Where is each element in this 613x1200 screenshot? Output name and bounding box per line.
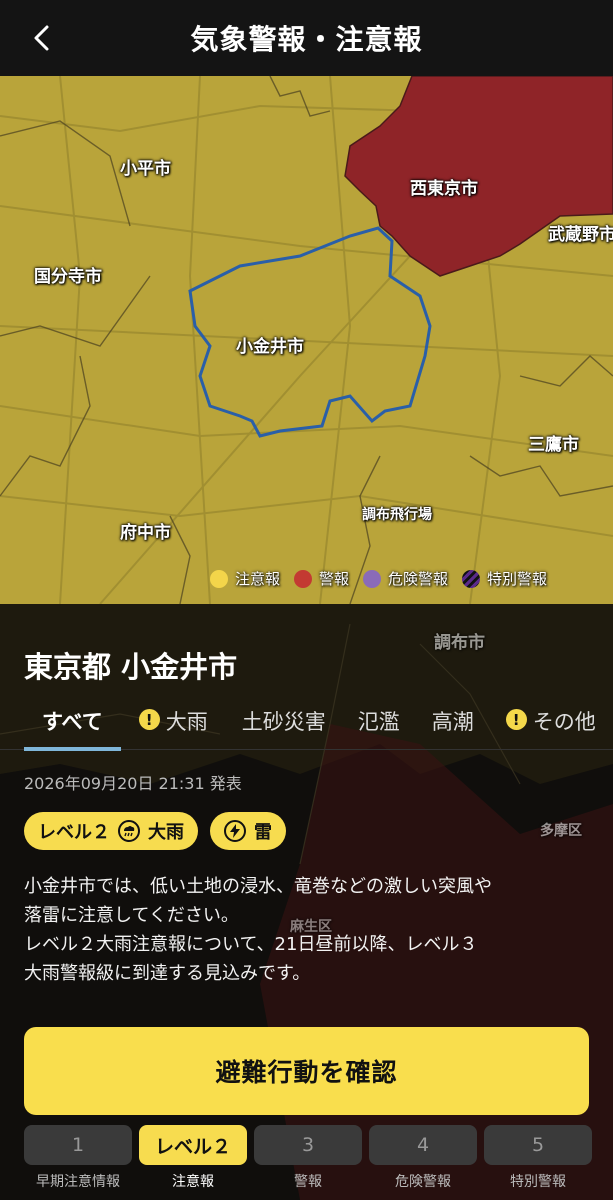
check-evacuation-button[interactable]: 避難行動を確認 [24, 1027, 589, 1115]
level-label: 早期注意情報 [36, 1174, 120, 1190]
level-item-3[interactable]: 3 警報 [254, 1125, 362, 1191]
badge-label: 雷 [254, 822, 272, 843]
warning-icon: ! [138, 709, 160, 730]
chevron-left-icon [34, 25, 49, 51]
tab-label: 氾濫 [357, 710, 400, 734]
warning-icon: ! [505, 709, 527, 730]
legend-label: 特別警報 [487, 570, 548, 588]
map-label-kodaira: 小平市 [120, 159, 171, 179]
level-item-1[interactable]: 1 早期注意情報 [24, 1125, 132, 1191]
level-label: 警報 [294, 1174, 322, 1190]
legend-item: 注意報 [210, 568, 280, 589]
legend-danger-dot [363, 569, 382, 588]
thunder-badge: 雷 [210, 812, 286, 850]
description-line: レベル２大雨注意報について、21日昼前以降、レベル３ [24, 934, 478, 955]
description-line: 落雷に注意してください。 [24, 905, 239, 926]
map-label-koganei: 小金井市 [236, 337, 304, 357]
map-label-mitaka: 三鷹市 [528, 435, 579, 455]
tab-label: その他 [532, 710, 596, 734]
tab-other[interactable]: ! その他 [505, 700, 596, 750]
area-title: 東京都 小金井市 [24, 650, 238, 684]
legend-label: 危険警報 [388, 570, 449, 588]
tab-heavy-rain[interactable]: ! 大雨 [138, 700, 208, 750]
tab-label: 土砂災害 [241, 710, 326, 734]
map-label-nishitokyo: 西東京市 [410, 179, 478, 199]
tab-all[interactable]: すべて [24, 700, 121, 751]
tab-storm-surge[interactable]: 高潮 [432, 700, 474, 750]
rain-cloud-icon [118, 820, 140, 842]
legend-label: 警報 [319, 570, 350, 588]
map-label-musashino: 武蔵野市 [548, 225, 613, 245]
map-label-chofu-airport: 調布飛行場 [362, 507, 432, 523]
level-pill: 4 [369, 1125, 477, 1165]
tab-label: すべて [42, 710, 103, 734]
legend-advisory-dot [210, 569, 228, 588]
map-label-tama: 多摩区 [540, 823, 582, 839]
map-label-kokubunji: 国分寺市 [34, 267, 102, 287]
legend-item: 特別警報 [462, 568, 547, 589]
description-line: 小金井市では、低い土地の浸水、竜巻などの激しい突風や [24, 876, 492, 897]
level-item-4[interactable]: 4 危険警報 [369, 1125, 477, 1191]
map-label-chofu: 調布市 [434, 633, 485, 653]
description-line: 大雨警報級に到達する見込みです。 [24, 963, 311, 984]
page-title: 気象警報・注意報 [190, 23, 423, 56]
badge-level: レベル２ [38, 822, 110, 843]
tab-label: 大雨 [165, 710, 208, 734]
map-canvas [0, 76, 613, 604]
issued-timestamp: 2026年09月20日 21:31 発表 [24, 774, 242, 793]
legend-item: 警報 [294, 568, 349, 589]
hazard-tabs: すべて ! 大雨 土砂災害 氾濫 高潮 ! その他 [0, 700, 613, 751]
area-detail-sheet: 調布市 多摩区 麻生区 東京都 小金井市 すべて ! 大雨 土砂災害 氾濫 高潮… [0, 604, 613, 1200]
active-alert-badges: レベル２ 大雨 雷 [24, 812, 286, 850]
legend-special-dot [462, 569, 481, 588]
level-pill: 1 [24, 1125, 132, 1165]
level-label: 特別警報 [510, 1174, 566, 1190]
tab-flood[interactable]: 氾濫 [358, 700, 400, 750]
level-item-5[interactable]: 5 特別警報 [484, 1125, 592, 1191]
tab-landslide[interactable]: 土砂災害 [242, 700, 326, 750]
lightning-icon [224, 820, 246, 842]
map-label-fuchu: 府中市 [120, 523, 171, 543]
warning-map[interactable]: 小平市 西東京市 武蔵野市 国分寺市 小金井市 三鷹市 調布飛行場 府中市 注意… [0, 76, 613, 604]
level-pill: レベル２ [139, 1125, 247, 1165]
app-header: 気象警報・注意報 [0, 0, 613, 76]
tab-label: 高潮 [431, 710, 474, 734]
badge-label: 大雨 [148, 822, 184, 843]
alert-level-scale: 1 早期注意情報 レベル２ 注意報 3 警報 4 危険警報 5 特別警報 [24, 1125, 592, 1191]
level-label: 危険警報 [395, 1174, 451, 1190]
heavy-rain-badge: レベル２ 大雨 [24, 812, 198, 850]
level-pill: 3 [254, 1125, 362, 1165]
legend-label: 注意報 [235, 570, 281, 588]
level-item-2[interactable]: レベル２ 注意報 [139, 1125, 247, 1191]
legend-item: 危険警報 [363, 568, 448, 589]
level-pill: 5 [484, 1125, 592, 1165]
map-legend: 注意報 警報 危険警報 特別警報 [210, 568, 547, 589]
level-label: 注意報 [172, 1174, 214, 1190]
legend-warning-dot [294, 569, 313, 588]
alert-description: 小金井市では、低い土地の浸水、竜巻などの激しい突風や 落雷に注意してください。 … [24, 872, 594, 988]
back-button[interactable] [18, 14, 66, 62]
